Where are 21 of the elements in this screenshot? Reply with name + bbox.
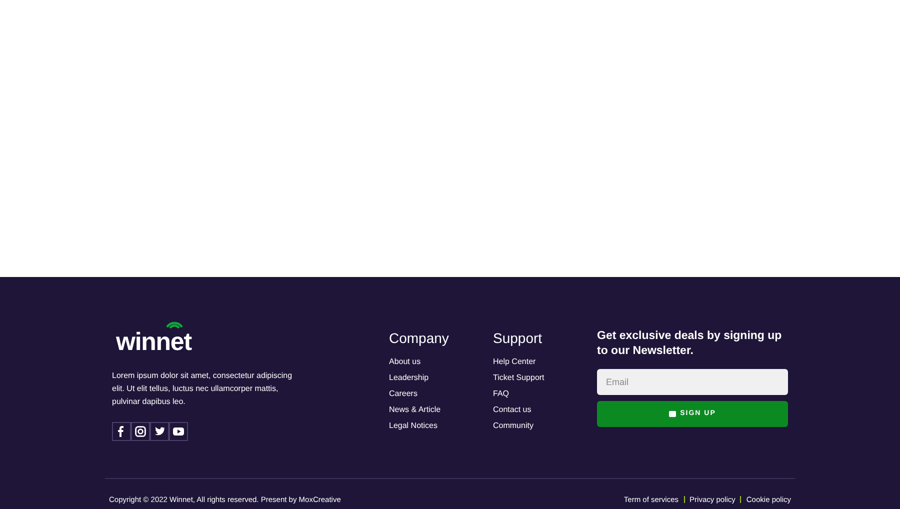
twitter-icon[interactable] — [150, 422, 169, 441]
description: Lorem ipsum dolor sit amet, consectetur adipiscing elit. Ut elit tellus, luctus nec ullamcorper mattis, pulvinar dapibus leo. — [112, 370, 294, 408]
facebook-icon[interactable] — [112, 422, 131, 441]
newsletter-heading: Get exclusive deals by signing up to our Newsletter. — [597, 329, 783, 359]
footer-link[interactable]: Careers — [389, 387, 418, 401]
column-heading: Company — [389, 329, 450, 347]
wifi-icon — [166, 320, 184, 329]
email-field[interactable]: Email — [597, 369, 788, 395]
logo[interactable]: winnet — [116, 330, 192, 355]
footer-link[interactable]: Legal Notices — [389, 419, 438, 433]
footer-link[interactable]: Leadership — [389, 371, 429, 385]
footer-link[interactable]: Community — [493, 419, 534, 433]
footer-link[interactable]: FAQ — [493, 387, 510, 401]
footer-link[interactable]: Help Center — [493, 355, 536, 369]
youtube-icon[interactable] — [169, 422, 188, 441]
column-heading: Support — [493, 329, 544, 347]
footer-link[interactable]: News & Article — [389, 403, 441, 417]
footer-link[interactable]: About us — [389, 355, 421, 369]
footer-link[interactable]: Contact us — [493, 403, 532, 417]
instagram-icon[interactable] — [131, 422, 150, 441]
footer-link[interactable]: Ticket Support — [493, 371, 544, 385]
